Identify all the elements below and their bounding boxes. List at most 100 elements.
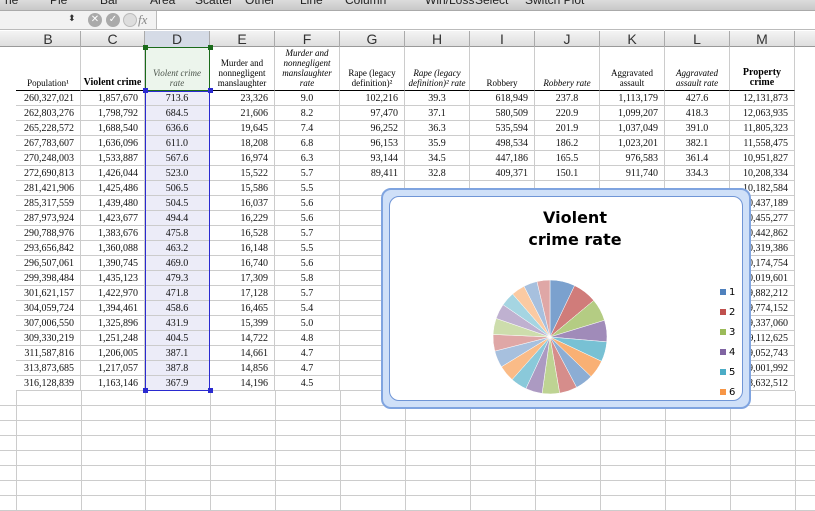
table-cell[interactable]: 567.6 [145, 151, 210, 166]
table-cell[interactable]: 37.1 [405, 106, 470, 121]
table-cell[interactable]: 16,740 [210, 256, 275, 271]
table-cell[interactable]: 14,661 [210, 346, 275, 361]
table-cell[interactable]: 102,216 [340, 91, 405, 106]
header-cell[interactable]: Property crime [730, 47, 795, 91]
table-cell[interactable]: 5.6 [275, 256, 340, 271]
table-cell[interactable]: 1,533,887 [81, 151, 145, 166]
table-cell[interactable]: 15,586 [210, 181, 275, 196]
table-cell[interactable]: 267,783,607 [16, 136, 81, 151]
table-cell[interactable]: 4.7 [275, 361, 340, 376]
table-cell[interactable]: 39.3 [405, 91, 470, 106]
table-cell[interactable]: 976,583 [600, 151, 665, 166]
table-cell[interactable]: 447,186 [470, 151, 535, 166]
table-cell[interactable]: 7.4 [275, 121, 340, 136]
table-cell[interactable]: 494.4 [145, 211, 210, 226]
selection-handle[interactable] [143, 388, 148, 393]
column-header-J[interactable]: J [535, 31, 600, 47]
selection-handle[interactable] [208, 388, 213, 393]
column-header-C[interactable]: C [81, 31, 145, 47]
table-cell[interactable]: 361.4 [665, 151, 730, 166]
table-cell[interactable]: 1,425,486 [81, 181, 145, 196]
table-cell[interactable]: 16,465 [210, 301, 275, 316]
header-cell[interactable]: Violent crime rate [145, 47, 210, 91]
column-header-I[interactable]: I [470, 31, 535, 47]
chart-area[interactable]: Violent crime rate 1 2 3 4 5 6 [389, 196, 743, 401]
table-cell[interactable]: 4.8 [275, 331, 340, 346]
table-cell[interactable]: 713.6 [145, 91, 210, 106]
header-cell[interactable]: Murder and nonnegligent manslaughter rat… [275, 47, 340, 91]
table-cell[interactable]: 431.9 [145, 316, 210, 331]
table-cell[interactable]: 14,856 [210, 361, 275, 376]
table-cell[interactable]: 12,131,873 [730, 91, 795, 106]
ribbon-item[interactable]: Line [300, 0, 323, 7]
table-cell[interactable]: 1,325,896 [81, 316, 145, 331]
table-cell[interactable]: 427.6 [665, 91, 730, 106]
empty-row[interactable] [0, 466, 815, 481]
table-cell[interactable]: 580,509 [470, 106, 535, 121]
legend-item[interactable]: 3 [720, 327, 735, 338]
table-cell[interactable]: 270,248,003 [16, 151, 81, 166]
table-cell[interactable]: 523.0 [145, 166, 210, 181]
table-cell[interactable]: 1,163,146 [81, 376, 145, 391]
empty-row[interactable] [0, 436, 815, 451]
table-cell[interactable]: 1,394,461 [81, 301, 145, 316]
header-cell[interactable]: Aggravated assault [600, 47, 665, 91]
table-cell[interactable]: 6.3 [275, 151, 340, 166]
table-cell[interactable]: 404.5 [145, 331, 210, 346]
table-cell[interactable]: 17,128 [210, 286, 275, 301]
table-cell[interactable]: 281,421,906 [16, 181, 81, 196]
table-cell[interactable]: 5.7 [275, 226, 340, 241]
fx-icon[interactable]: fx [138, 12, 147, 28]
table-cell[interactable]: 382.1 [665, 136, 730, 151]
table-cell[interactable]: 9.0 [275, 91, 340, 106]
table-cell[interactable]: 15,522 [210, 166, 275, 181]
table-cell[interactable]: 309,330,219 [16, 331, 81, 346]
legend-item[interactable]: 2 [720, 307, 735, 318]
table-cell[interactable]: 458.6 [145, 301, 210, 316]
table-cell[interactable]: 1,037,049 [600, 121, 665, 136]
formula-input[interactable] [156, 11, 815, 29]
selection-handle[interactable] [208, 45, 213, 50]
table-cell[interactable]: 262,803,276 [16, 106, 81, 121]
table-cell[interactable]: 1,798,792 [81, 106, 145, 121]
table-cell[interactable]: 5.0 [275, 316, 340, 331]
ribbon-item[interactable]: Scatter [195, 0, 233, 7]
table-cell[interactable]: 10,208,334 [730, 166, 795, 181]
column-header-E[interactable]: E [210, 31, 275, 47]
table-cell[interactable]: 96,153 [340, 136, 405, 151]
table-cell[interactable]: 409,371 [470, 166, 535, 181]
table-cell[interactable]: 618,949 [470, 91, 535, 106]
table-cell[interactable]: 11,805,323 [730, 121, 795, 136]
column-header-F[interactable]: F [275, 31, 340, 47]
column-header-L[interactable]: L [665, 31, 730, 47]
legend-item[interactable]: 5 [720, 367, 735, 378]
table-cell[interactable]: 498,534 [470, 136, 535, 151]
table-cell[interactable]: 19,645 [210, 121, 275, 136]
ribbon-item[interactable]: Area [150, 0, 175, 7]
header-cell[interactable]: Robbery [470, 47, 535, 91]
table-cell[interactable]: 16,148 [210, 241, 275, 256]
table-cell[interactable]: 1,426,044 [81, 166, 145, 181]
table-cell[interactable]: 463.2 [145, 241, 210, 256]
table-cell[interactable]: 32.8 [405, 166, 470, 181]
table-cell[interactable]: 535,594 [470, 121, 535, 136]
table-cell[interactable]: 5.7 [275, 166, 340, 181]
table-cell[interactable]: 471.8 [145, 286, 210, 301]
table-cell[interactable]: 8.2 [275, 106, 340, 121]
ribbon-item[interactable]: Select [475, 0, 508, 7]
header-cell[interactable]: Murder and nonnegligent manslaughter [210, 47, 275, 91]
table-cell[interactable]: 299,398,484 [16, 271, 81, 286]
table-cell[interactable]: 304,059,724 [16, 301, 81, 316]
pie-chart[interactable]: Violent crime rate 1 2 3 4 5 6 [381, 188, 751, 409]
table-cell[interactable]: 15,399 [210, 316, 275, 331]
table-cell[interactable]: 165.5 [535, 151, 600, 166]
header-cell[interactable]: Aggravated assault rate [665, 47, 730, 91]
column-header-H[interactable]: H [405, 31, 470, 47]
table-cell[interactable]: 265,228,572 [16, 121, 81, 136]
table-cell[interactable]: 296,507,061 [16, 256, 81, 271]
selection-handle[interactable] [208, 88, 213, 93]
selection-handle[interactable] [143, 88, 148, 93]
ribbon-item[interactable]: Pie [50, 0, 67, 7]
table-cell[interactable]: 1,217,057 [81, 361, 145, 376]
table-cell[interactable]: 285,317,559 [16, 196, 81, 211]
